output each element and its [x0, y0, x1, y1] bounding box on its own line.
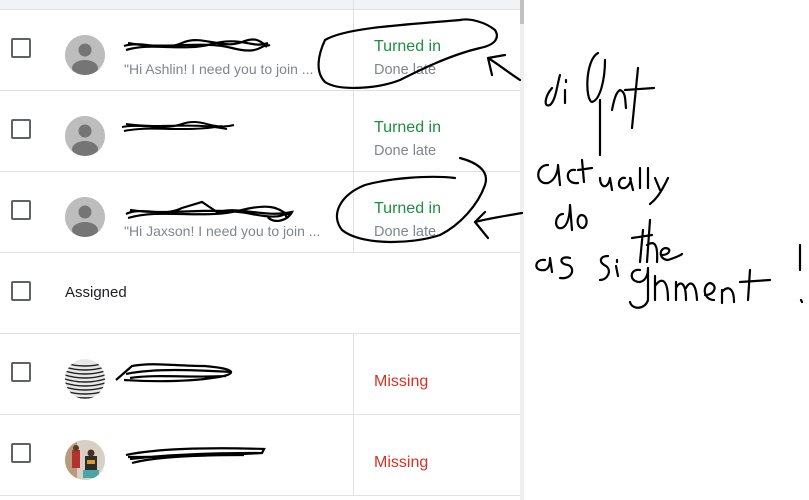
student-name-redacted[interactable]: [114, 360, 244, 387]
assigned-section-header[interactable]: Assigned: [0, 253, 520, 334]
select-checkbox[interactable]: [11, 362, 31, 382]
student-avatar-photo: [65, 440, 105, 480]
private-comment-preview: "Hi Ashlin! I need you to join ...: [124, 61, 314, 77]
status-turned-in: Turned in: [374, 200, 441, 217]
student-name-redacted[interactable]: [122, 38, 272, 59]
select-checkbox[interactable]: [11, 443, 31, 463]
student-row[interactable]: Turned in Done late: [0, 91, 520, 172]
status-turned-in: Turned in: [374, 38, 441, 55]
student-row[interactable]: "Hi Jaxson! I need you to join ... Turne…: [0, 172, 520, 253]
status-done-late: Done late: [374, 143, 437, 159]
handwriting-do: [555, 203, 588, 232]
handwriting-didnt: [544, 51, 656, 157]
handwriting-actually: [537, 158, 670, 206]
student-row[interactable]: Missing: [0, 334, 520, 415]
status-turned-in: Turned in: [374, 119, 441, 136]
status-done-late: Done late: [374, 62, 437, 78]
student-list-panel: "Hi Ashlin! I need you to join ... Turne…: [0, 0, 520, 500]
student-row[interactable]: Missing: [0, 415, 520, 496]
select-checkbox[interactable]: [11, 119, 31, 139]
student-row[interactable]: "Hi Ashlin! I need you to join ... Turne…: [0, 10, 520, 91]
section-label: Assigned: [65, 284, 127, 301]
default-person-icon: [65, 35, 105, 75]
handwriting-the: [630, 218, 684, 264]
default-person-icon: [65, 197, 105, 237]
student-avatar-photo: [65, 359, 105, 399]
select-checkbox[interactable]: [11, 200, 31, 220]
status-missing: Missing: [374, 454, 429, 471]
list-header-strip: [0, 0, 520, 10]
default-person-icon: [65, 116, 105, 156]
handwriting-as: [535, 256, 574, 280]
status-missing: Missing: [374, 373, 429, 390]
select-all-assigned-checkbox[interactable]: [11, 281, 31, 301]
handwriting-signment: [598, 243, 804, 309]
annotation-text: didnt actually do the assignment!: [0, 0, 17, 1]
private-comment-preview: "Hi Jaxson! I need you to join ...: [124, 223, 321, 239]
status-done-late: Done late: [374, 224, 437, 240]
scrollbar-thumb[interactable]: [520, 0, 524, 24]
student-name-redacted[interactable]: [121, 119, 237, 140]
student-name-redacted[interactable]: [124, 443, 269, 468]
scrollbar-track[interactable]: [520, 0, 524, 500]
select-checkbox[interactable]: [11, 38, 31, 58]
